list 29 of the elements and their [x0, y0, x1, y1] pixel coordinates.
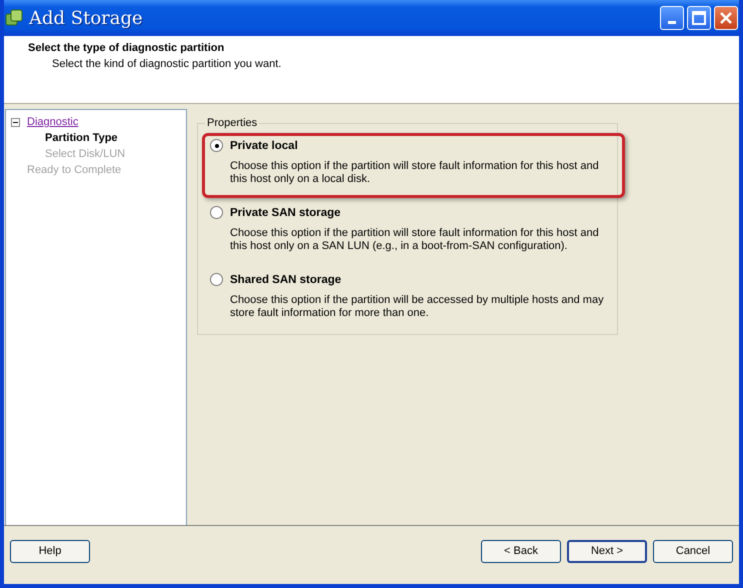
maximize-button[interactable] — [687, 6, 711, 30]
window-title: Add Storage — [29, 8, 143, 28]
dialog-button[interactable]: Cancel — [653, 540, 733, 562]
step-item[interactable]: Diagnostic — [27, 116, 78, 128]
maximize-icon — [692, 11, 706, 25]
close-icon — [719, 11, 733, 25]
step-item: Partition Type — [45, 132, 118, 144]
option-label[interactable]: Shared SAN storage — [230, 274, 342, 286]
dialog-button[interactable]: < Back — [481, 540, 561, 562]
group-label: Properties — [206, 117, 258, 129]
option-description: Choose this option if the partition will be accessed by multiple hosts and may store fault information for more than one. — [230, 294, 605, 320]
page-subtitle: Select the kind of diagnostic partition you want. — [52, 58, 282, 70]
app-icon — [5, 9, 23, 27]
radio-button[interactable] — [210, 139, 223, 152]
collapse-icon[interactable] — [11, 118, 20, 126]
option-label[interactable]: Private local — [230, 140, 298, 152]
minimize-icon — [668, 21, 676, 24]
minimize-button[interactable] — [660, 6, 684, 30]
close-button[interactable] — [714, 6, 738, 30]
radio-button[interactable] — [210, 206, 223, 219]
option-description: Choose this option if the partition will store fault information for this host and this host only on a local disk. — [230, 160, 600, 186]
help-button[interactable]: Help — [10, 540, 90, 562]
option-description: Choose this option if the partition will store fault information for this host and this host only on a SAN LUN (e.g., in a boot-from-SAN configuration). — [230, 227, 600, 253]
step-item: Select Disk/LUN — [45, 148, 126, 160]
radio-button[interactable] — [210, 273, 223, 286]
page-title: Select the type of diagnostic partition — [28, 42, 226, 54]
next-button[interactable]: Next > — [567, 540, 647, 562]
step-item: Ready to Complete — [27, 164, 122, 176]
option-label[interactable]: Private SAN storage — [230, 206, 341, 218]
